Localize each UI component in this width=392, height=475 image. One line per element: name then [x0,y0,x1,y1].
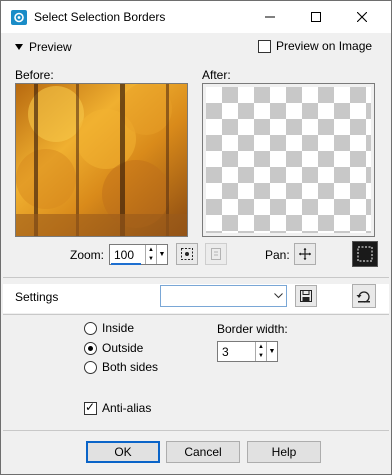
border-width-value: 3 [222,344,229,359]
pan-move-icon [299,248,311,260]
border-width-dropdown-arrow-icon[interactable]: ▼ [266,342,277,361]
window-title: Select Selection Borders [34,10,166,24]
both-sides-label: Both sides [102,360,159,374]
spin-up-icon[interactable]: ▲ [146,245,156,255]
zoom-input[interactable]: 100 ▲ ▼ ▼ [109,244,168,265]
outside-radio-button[interactable] [84,341,97,355]
minimize-button[interactable] [247,1,293,33]
border-width-label: Border width: [217,322,288,336]
inside-radio-button[interactable] [84,321,97,335]
zoom-to-fit-button[interactable] [176,243,198,265]
preview-on-image-label: Preview on Image [276,39,373,53]
help-label: Help [271,445,297,459]
pan-button[interactable] [294,243,316,265]
anti-alias-box[interactable] [84,400,97,415]
maximize-icon [311,12,321,22]
cancel-button[interactable]: Cancel [166,441,240,463]
ok-button[interactable]: OK [86,441,160,463]
before-preview[interactable] [15,83,188,237]
spin-up-icon[interactable]: ▲ [256,342,266,352]
inside-radio[interactable]: Inside [84,321,134,335]
toggle-marquee-button[interactable] [352,241,378,267]
chevron-down-icon[interactable] [270,286,286,306]
outside-label: Outside [102,341,144,355]
spin-down-icon[interactable]: ▼ [146,255,156,265]
settings-preset-dropdown[interactable] [160,285,287,307]
border-width-input[interactable]: 3 ▲ ▼ ▼ [217,341,278,362]
preview-toggle[interactable]: Preview [15,39,72,55]
preview-label: Preview [29,40,72,54]
minimize-icon [265,16,275,18]
anti-alias-checkbox[interactable]: Anti-alias [84,400,152,415]
zoom-actual-size-button[interactable] [205,243,227,265]
spin-down-icon[interactable]: ▼ [256,352,266,362]
zoom-value: 100 [114,247,135,262]
settings-label: Settings [15,290,59,304]
divider [3,314,389,315]
after-label: After: [202,68,231,82]
ok-label: OK [114,445,132,459]
help-button[interactable]: Help [247,441,321,463]
preview-on-image-checkbox[interactable]: Preview on Image [258,39,372,53]
before-preview-image [16,84,187,236]
close-button[interactable] [339,1,385,33]
save-icon [300,290,312,302]
border-width-spinner[interactable]: ▲ ▼ [255,342,266,361]
after-preview[interactable] [202,83,375,237]
maximize-button[interactable] [293,1,339,33]
anti-alias-label: Anti-alias [102,401,152,415]
both-sides-radio-button[interactable] [84,360,97,374]
marquee-icon [357,246,373,262]
inside-label: Inside [102,321,135,335]
transparency-checkerboard [206,87,371,233]
close-icon [357,12,367,22]
save-preset-button[interactable] [295,285,317,307]
app-icon [11,10,27,25]
cancel-label: Cancel [184,445,222,459]
collapse-arrow-icon [15,44,23,50]
outside-radio[interactable]: Outside [84,341,143,355]
zoom-dropdown-arrow-icon[interactable]: ▼ [156,245,167,264]
zoom-label: Zoom: [70,248,105,262]
pan-label: Pan: [265,248,290,262]
title-bar[interactable]: Select Selection Borders [1,1,391,33]
before-label: Before: [15,68,54,82]
zoom-fit-icon [181,248,193,260]
divider [3,430,389,431]
reset-icon [356,291,370,303]
actual-size-icon [211,248,221,260]
zoom-focus-underline [111,263,141,265]
zoom-spinner[interactable]: ▲ ▼ [145,245,156,264]
reset-defaults-button[interactable] [352,284,376,308]
preview-on-image-box[interactable] [258,39,271,53]
select-selection-borders-dialog: Select Selection Borders Preview Preview… [0,0,392,475]
both-sides-radio[interactable]: Both sides [84,360,158,374]
divider [3,277,389,278]
